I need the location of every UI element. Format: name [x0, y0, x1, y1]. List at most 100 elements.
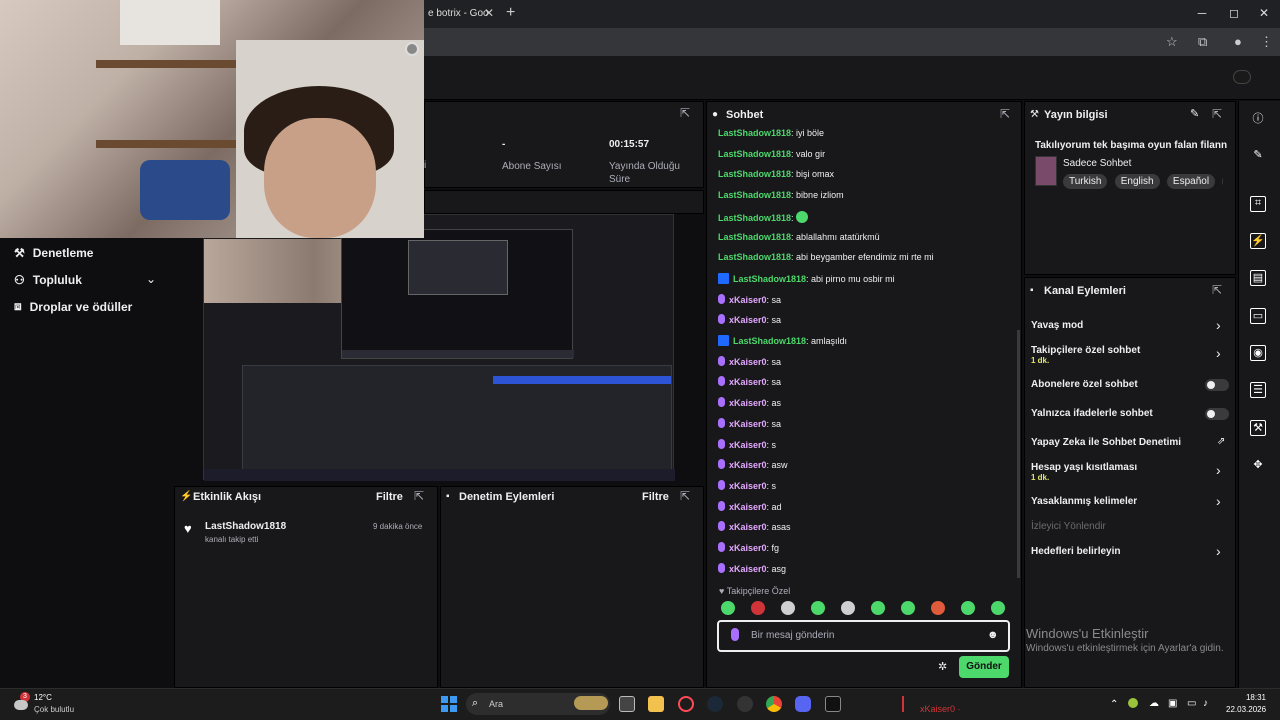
tray-cloud-icon[interactable]: ☁ — [1149, 698, 1159, 709]
chat-username[interactable]: LastShadow1818 — [718, 190, 791, 200]
broadcast-icon[interactable]: ◉ — [1250, 345, 1266, 361]
gear-icon[interactable]: ✲ — [938, 660, 947, 673]
chevron-right-icon[interactable]: › — [1216, 317, 1221, 333]
emote-icon[interactable] — [931, 601, 945, 615]
steam-icon[interactable] — [707, 696, 723, 712]
stream-preview[interactable] — [203, 214, 675, 481]
chevron-down-icon[interactable]: ⌄ — [146, 272, 156, 286]
chat-username[interactable]: LastShadow1818 — [718, 232, 791, 242]
opera-icon[interactable] — [678, 696, 694, 712]
profile-icon[interactable]: ● — [1234, 34, 1242, 49]
pencil-icon[interactable]: ✎ — [1250, 148, 1266, 164]
chat-icon[interactable]: ▭ — [1250, 308, 1266, 324]
clip-icon[interactable]: ⌗ — [1250, 196, 1266, 212]
chat-username[interactable]: xKaiser0 — [729, 460, 767, 470]
new-tab-button[interactable]: + — [506, 4, 515, 22]
chat-username[interactable]: xKaiser0 — [729, 398, 767, 408]
chevron-right-icon[interactable]: › — [1216, 462, 1221, 478]
channel-action-label[interactable]: Yavaş mod — [1031, 320, 1083, 331]
chat-username[interactable]: xKaiser0 — [729, 419, 767, 429]
maximize-button[interactable]: ◻ — [1224, 6, 1244, 20]
discord-icon[interactable] — [795, 696, 811, 712]
network-icon[interactable]: ▭ — [1187, 698, 1196, 709]
external-link-icon[interactable]: ⇗ — [1217, 436, 1225, 447]
document-icon[interactable]: ▤ — [1250, 270, 1266, 286]
emote-icon[interactable] — [811, 601, 825, 615]
chevron-right-icon[interactable]: › — [1216, 345, 1221, 361]
emote-icon[interactable] — [751, 601, 765, 615]
sidebar-item-denetleme[interactable]: ⚒ Denetleme — [14, 246, 93, 260]
sidebar-item-topluluk[interactable]: ⚇ Topluluk — [14, 273, 82, 287]
chat-username[interactable]: xKaiser0 — [729, 357, 767, 367]
activity-event-user[interactable]: LastShadow1818 — [205, 521, 286, 532]
channel-action-label[interactable]: Yalnızca ifadelerle sohbet — [1031, 408, 1153, 419]
chat-username[interactable]: LastShadow1818 — [718, 252, 791, 262]
chat-username[interactable]: xKaiser0 — [729, 564, 767, 574]
tab-close-icon[interactable]: ✕ — [484, 6, 494, 20]
chevron-up-icon[interactable]: ⌃ — [1110, 699, 1118, 710]
chat-username[interactable]: xKaiser0 — [729, 377, 767, 387]
popout-icon[interactable]: ⇱ — [414, 489, 424, 503]
chrome-icon[interactable] — [766, 696, 782, 712]
avatar[interactable] — [1233, 70, 1251, 84]
info-icon[interactable]: ⓘ — [1250, 110, 1266, 126]
extensions-icon[interactable]: ✥ — [1250, 458, 1266, 474]
chat-username[interactable]: LastShadow1818 — [733, 336, 806, 346]
emote-icon[interactable] — [781, 601, 795, 615]
sidebar-item-droplar[interactable]: ⧈ Droplar ve ödüller — [14, 299, 132, 314]
activity-filter-button[interactable]: Filtre — [376, 491, 403, 503]
toggle-switch[interactable] — [1205, 408, 1229, 420]
chat-username[interactable]: xKaiser0 — [729, 522, 767, 532]
chat-username[interactable]: xKaiser0 — [729, 481, 767, 491]
chat-username[interactable]: LastShadow1818 — [733, 274, 806, 284]
popout-icon[interactable]: ⇱ — [680, 489, 690, 503]
chat-username[interactable]: LastShadow1818 — [718, 169, 791, 179]
emote-icon[interactable] — [961, 601, 975, 615]
chat-username[interactable]: xKaiser0 — [729, 295, 767, 305]
chevron-right-icon[interactable]: › — [1216, 543, 1221, 559]
popout-icon[interactable]: ⇱ — [680, 106, 690, 120]
chat-username[interactable]: xKaiser0 — [729, 440, 767, 450]
windows-start-icon[interactable] — [441, 696, 457, 712]
weather-temp[interactable]: 12°C — [34, 693, 52, 702]
chat-username[interactable]: xKaiser0 — [729, 502, 767, 512]
wrench-icon[interactable]: ⚒ — [1250, 420, 1266, 436]
volume-icon[interactable]: ♪ — [1203, 698, 1208, 709]
weather-text[interactable]: Çok bulutlu — [34, 705, 74, 714]
emote-icon[interactable] — [991, 601, 1005, 615]
channel-action-label[interactable]: Hedefleri belirleyin — [1031, 546, 1120, 557]
close-window-button[interactable]: ✕ — [1254, 6, 1274, 20]
chat-username[interactable]: LastShadow1818 — [718, 149, 791, 159]
app-icon[interactable] — [825, 696, 841, 712]
category-name[interactable]: Sadece Sohbet — [1063, 158, 1131, 169]
toggle-switch[interactable] — [1205, 379, 1229, 391]
edit-pencil-icon[interactable]: ✎ — [1190, 107, 1199, 120]
layout-icon[interactable]: ☰ — [1250, 382, 1266, 398]
taskbar-date[interactable]: 22.03.2026 — [1226, 705, 1266, 714]
obs-icon[interactable] — [737, 696, 753, 712]
taskbar-time[interactable]: 18:31 — [1230, 693, 1266, 702]
channel-action-label[interactable]: Yapay Zeka ile Sohbet Denetimi — [1031, 437, 1181, 448]
emote-icon[interactable] — [841, 601, 855, 615]
emote-icon[interactable] — [721, 601, 735, 615]
browser-tab-title[interactable]: e botrix - Goo — [428, 8, 489, 19]
chevron-right-icon[interactable]: › — [1216, 493, 1221, 509]
emote-icon[interactable] — [871, 601, 885, 615]
chat-username[interactable]: LastShadow1818 — [718, 213, 791, 223]
popout-icon[interactable]: ⇱ — [1212, 283, 1222, 297]
channel-action-label[interactable]: Yasaklanmış kelimeler — [1031, 496, 1137, 507]
task-view-icon[interactable] — [619, 696, 635, 712]
tray-device-icon[interactable]: ▣ — [1168, 698, 1177, 709]
channel-action-label[interactable]: Hesap yaşı kısıtlaması — [1031, 462, 1137, 473]
chat-username[interactable]: xKaiser0 — [729, 315, 767, 325]
minimize-button[interactable]: ─ — [1192, 6, 1212, 20]
chat-username[interactable]: xKaiser0 — [729, 543, 767, 553]
bookmark-star-icon[interactable]: ☆ — [1166, 34, 1178, 50]
popout-icon[interactable]: ⇱ — [1000, 107, 1010, 121]
channel-action-label[interactable]: Abonelere özel sohbet — [1031, 379, 1138, 390]
popout-icon[interactable]: ⇱ — [1212, 107, 1222, 121]
chat-scrollbar[interactable] — [1017, 330, 1020, 578]
emote-icon[interactable] — [901, 601, 915, 615]
lightning-icon[interactable]: ⚡ — [1250, 233, 1266, 249]
send-button[interactable]: Gönder — [959, 656, 1009, 678]
